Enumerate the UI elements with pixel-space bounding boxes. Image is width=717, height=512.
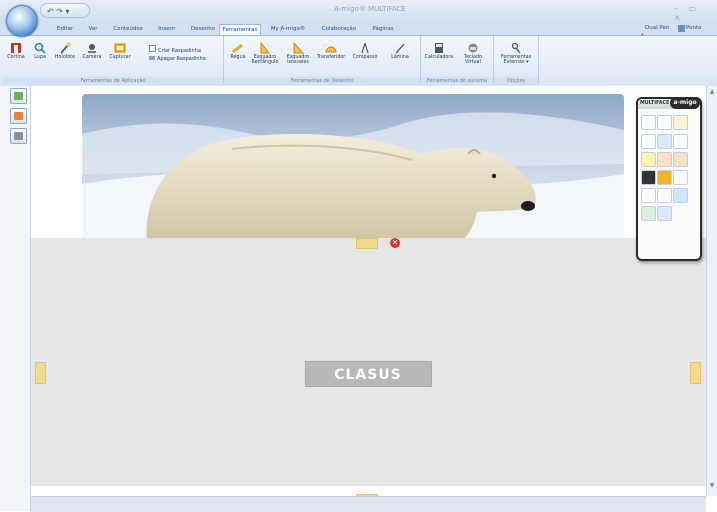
group-label-application: Ferramentas de Aplicação: [3, 77, 223, 85]
keyboard-icon: [467, 42, 479, 54]
spotlight-icon: [59, 42, 71, 54]
tools-icon: [510, 42, 522, 54]
capture-icon: [114, 42, 126, 54]
capture-tool-icon[interactable]: [657, 170, 672, 185]
vertical-scrollbar[interactable]: ▲ ▼: [706, 86, 717, 496]
calculadora-button[interactable]: Calculadora: [423, 42, 455, 60]
compass-icon: [359, 42, 371, 54]
ponto-icon: [678, 25, 685, 32]
sidebar-tab-pages[interactable]: [10, 88, 27, 104]
regua-button[interactable]: Régua: [227, 42, 249, 60]
blade-icon: [394, 42, 406, 54]
window-title: A-migo® MULTIFACE: [334, 5, 406, 13]
scroll-up-icon[interactable]: ▲: [708, 88, 716, 96]
lamina-button[interactable]: Lâmina: [385, 42, 415, 60]
horizontal-scrollbar[interactable]: [31, 496, 706, 512]
orange-marker-icon[interactable]: [657, 152, 672, 167]
redo-icon[interactable]: [657, 206, 672, 221]
line-tool-icon[interactable]: [673, 170, 688, 185]
app-menu-orb-button[interactable]: [6, 5, 38, 37]
text-tool-icon[interactable]: [673, 134, 688, 149]
window-controls[interactable]: – ▭ ×: [674, 4, 717, 22]
group-label-drawing: Ferramentas de Desenho: [224, 77, 420, 85]
teclado-virtual-button[interactable]: Teclado Virtual: [458, 42, 488, 65]
eraser-icon: [149, 56, 155, 60]
curtain-handle-right[interactable]: [690, 362, 701, 384]
polar-bear-image[interactable]: [82, 94, 624, 239]
globe-icon[interactable]: [673, 188, 688, 203]
scratch-card-icon: [149, 45, 156, 52]
camera-icon: [86, 42, 98, 54]
curtain-icon: [10, 42, 22, 54]
compasso-button[interactable]: Compasso: [350, 42, 380, 60]
clasus-logo: CLASUS: [305, 361, 432, 387]
group-label-system: Ferramentas do sistema: [421, 77, 493, 85]
esquadro-rectangulo-button[interactable]: Esquadro Rectângulo: [250, 41, 280, 65]
sidebar-tab-attachments[interactable]: [10, 128, 27, 144]
scroll-down-icon[interactable]: ▼: [708, 482, 716, 490]
tab-desenho[interactable]: Desenho: [189, 24, 217, 35]
transferidor-button[interactable]: Transferidor: [316, 42, 346, 60]
esquadro-isosceles-button[interactable]: Esquadro Isósceles: [283, 41, 313, 65]
curtain-handle-top[interactable]: [356, 238, 378, 249]
tab-colaboracao[interactable]: Colaboração: [318, 24, 360, 35]
tab-inserir[interactable]: Inserir: [155, 24, 179, 35]
holofote-button[interactable]: Holofote: [52, 42, 78, 60]
tab-paginas[interactable]: Páginas: [369, 24, 397, 35]
set-square-icon: [259, 41, 271, 54]
screen-tool-icon[interactable]: [657, 115, 672, 130]
pages-icon: [14, 92, 23, 100]
tab-editar[interactable]: Editar: [54, 24, 76, 35]
shape-tool-icon[interactable]: [673, 152, 688, 167]
cortina-button[interactable]: Cortina: [5, 42, 27, 60]
add-page-icon[interactable]: [641, 206, 656, 221]
ponto-button[interactable]: Ponto: [686, 25, 702, 31]
select-pointer-icon[interactable]: [641, 134, 656, 149]
pen-tool-icon[interactable]: [673, 115, 688, 130]
dual-pen-icon: [637, 25, 644, 40]
protractor-icon: [325, 42, 337, 54]
capturar-button[interactable]: Capturar: [106, 42, 134, 60]
blue-pen-icon[interactable]: [657, 134, 672, 149]
undo-icon[interactable]: [657, 188, 672, 203]
logo-text: CLASUS: [334, 367, 402, 383]
gallery-icon: [14, 112, 23, 120]
tab-ver[interactable]: Ver: [86, 24, 100, 35]
tab-conteudos[interactable]: Conteúdos: [111, 24, 145, 35]
magnifier-icon: [34, 42, 46, 54]
close-curtain-icon[interactable]: ✕: [390, 238, 400, 248]
tab-my-amigo[interactable]: My A-migo®: [266, 24, 310, 35]
ruler-icon: [232, 42, 244, 54]
criar-raspadinha-button[interactable]: Criar Raspadinha: [149, 45, 201, 54]
sidebar-tab-gallery[interactable]: [10, 108, 27, 124]
quick-access-toolbar[interactable]: ↶ ↷ ▾: [40, 3, 90, 18]
lupa-button[interactable]: Lupa: [30, 42, 50, 60]
group-label-options: Opções: [494, 77, 538, 85]
ferramentas-externas-button[interactable]: Ferramentas Externas ▾: [496, 42, 536, 65]
highlighter-icon[interactable]: [641, 152, 656, 167]
isosceles-square-icon: [292, 41, 305, 54]
left-sidebar: [0, 86, 31, 511]
blank-page-icon[interactable]: [641, 188, 656, 203]
floating-toolbar-title: MULTIFACE: [640, 101, 670, 106]
eraser-tool-icon[interactable]: [641, 170, 656, 185]
curtain-handle-left[interactable]: [35, 362, 46, 384]
hand-tool-icon[interactable]: [641, 115, 656, 130]
camera-button[interactable]: Camera: [80, 42, 104, 60]
attachment-icon: [14, 132, 23, 140]
calculator-icon: [433, 42, 445, 54]
apagar-raspadinha-button[interactable]: Apagar Raspadinha: [149, 56, 206, 62]
amigo-brand-badge: a-migo: [670, 97, 700, 109]
dual-pen-button[interactable]: Dual Pen: [645, 25, 669, 31]
